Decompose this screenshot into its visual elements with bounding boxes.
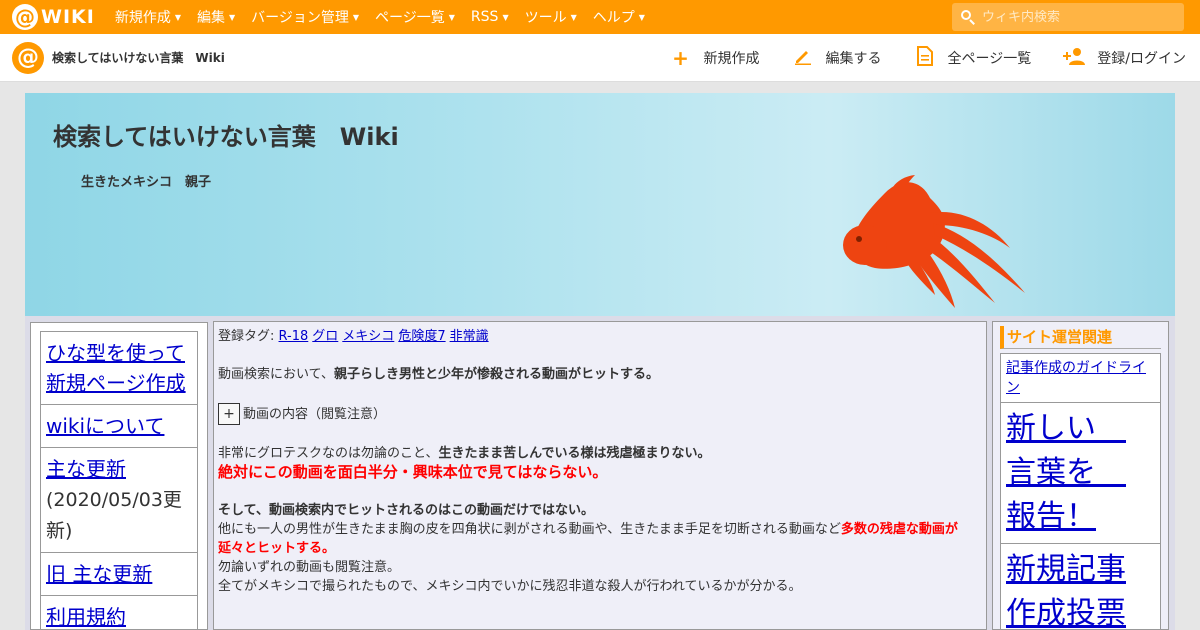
page-title: 生きたメキシコ 親子: [81, 175, 212, 190]
intro-text: 動画検索において、: [218, 367, 334, 382]
top-menu: 新規作成 ▼ 編集 ▼ バージョン管理 ▼ ページ一覧 ▼ RSS ▼ ツール ▼ ヘルプ ▼: [115, 7, 661, 27]
login-label: 登録/ログイン: [1097, 51, 1186, 67]
search-input[interactable]: [982, 9, 1172, 25]
tags-label: 登録タグ:: [218, 329, 275, 344]
at-logo-icon: @: [12, 4, 38, 30]
caret-down-icon: ▼: [228, 12, 236, 22]
tag-list: 登録タグ: R-18 グロ メキシコ 危険度7 非常識: [218, 327, 982, 346]
old-updates-link[interactable]: 旧 主な更新: [46, 562, 152, 586]
tag-link[interactable]: グロ: [312, 329, 338, 344]
menu-item-old-updates: 旧 主な更新: [40, 552, 198, 595]
goldfish-image: [843, 175, 1025, 308]
site-title[interactable]: 検索してはいけない言葉 Wiki: [52, 49, 225, 66]
guideline-link[interactable]: 記事作成のガイドライン: [1006, 360, 1146, 396]
right-item-guideline: 記事作成のガイドライン: [1001, 354, 1160, 403]
login-button[interactable]: 登録/ログイン: [1063, 46, 1186, 70]
user-add-icon: [1063, 46, 1086, 70]
document-icon: [914, 45, 936, 71]
wiki-title[interactable]: 検索してはいけない言葉 Wiki: [53, 117, 399, 152]
menu-tools[interactable]: ツール ▼: [525, 7, 577, 27]
plus-icon: +: [672, 46, 689, 70]
warning-text: 絶対にこの動画を面白半分・興味本位で見てはならない。: [218, 463, 608, 481]
menu-new[interactable]: 新規作成 ▼: [115, 7, 181, 27]
tag-link[interactable]: 危険度7: [398, 329, 445, 344]
new-article-vote-link[interactable]: 新規記事作成投票: [1006, 552, 1126, 629]
site-actions: + 新規作成 編集する 全ページ一覧 登録/ログイン: [638, 34, 1186, 82]
edit-label: 編集する: [825, 51, 882, 67]
menu-item-terms: 利用規約: [40, 595, 198, 630]
right-menu: サイト運営関連 記事作成のガイドライン 新しい 言葉を 報告！ 新規記事作成投票: [992, 321, 1169, 630]
pencil-icon: [792, 46, 814, 70]
caret-down-icon: ▼: [448, 12, 455, 22]
expand-toggle-button[interactable]: +: [218, 403, 240, 425]
menu-item-new-page-template: ひな型を使って新規ページ作成: [40, 331, 198, 404]
paragraph-2-heading: そして、動画検索内でヒットされるのはこの動画だけではない。: [218, 503, 594, 518]
paragraph-4: 全てがメキシコで撮られたもので、メキシコ内でいかに残忍非道な殺人が行われているか…: [218, 579, 802, 594]
menu-edit[interactable]: 編集 ▼: [197, 7, 235, 27]
site-operation-heading: サイト運営関連: [1000, 326, 1161, 349]
caret-down-icon: ▼: [174, 12, 181, 22]
terms-link[interactable]: 利用規約: [46, 605, 126, 629]
site-header-bar: @ 検索してはいけない言葉 Wiki + 新規作成 編集する 全ページ一覧 登録…: [0, 34, 1200, 82]
new-page-template-link[interactable]: ひな型を使って新規ページ作成: [46, 341, 186, 395]
new-page-label: 新規作成: [703, 51, 760, 67]
paragraph-1: 非常にグロテスクなのは勿論のこと、生きたまま苦しんでいる様は残虐極まりない。: [218, 444, 982, 463]
p1-emphasis: 生きたまま苦しんでいる様は残虐極まりない。: [438, 446, 711, 461]
video-content-expander: + 動画の内容（閲覧注意）: [218, 403, 982, 425]
caret-down-icon: ▼: [502, 12, 509, 22]
atwiki-logo[interactable]: @ WIKI: [12, 0, 95, 34]
all-pages-label: 全ページ一覧: [947, 51, 1032, 67]
paragraph-2: 他にも一人の男性が生きたまま胸の皮を四角状に剥がされる動画や、生きたまま手足を切…: [218, 520, 982, 558]
menu-help-label: ヘルプ: [592, 10, 635, 26]
main-content: 登録タグ: R-18 グロ メキシコ 危険度7 非常識 動画検索において、親子らしき男性…: [213, 321, 987, 630]
all-pages-button[interactable]: 全ページ一覧: [914, 45, 1032, 71]
logo-text: WIKI: [41, 6, 95, 28]
menu-tools-label: ツール: [524, 10, 567, 26]
caret-down-icon: ▼: [638, 12, 645, 22]
menu-rss-label: RSS: [470, 9, 499, 25]
right-menu-list: 記事作成のガイドライン 新しい 言葉を 報告！ 新規記事作成投票: [1000, 353, 1161, 629]
menu-item-updates: 主な更新 (2020/05/03更新): [40, 447, 198, 552]
right-item-new-article-vote: 新規記事作成投票: [1001, 544, 1160, 629]
menu-edit-label: 編集: [196, 10, 225, 26]
p2-text: 他にも一人の男性が生きたまま胸の皮を四角状に剥がされる動画や、生きたまま手足を切…: [218, 522, 841, 537]
tag-link[interactable]: 非常識: [450, 329, 489, 344]
menu-rss[interactable]: RSS ▼: [471, 7, 509, 27]
caret-down-icon: ▼: [570, 12, 577, 22]
wiki-search: [952, 3, 1184, 31]
report-word-link[interactable]: 新しい 言葉を 報告！: [1006, 411, 1126, 534]
new-page-button[interactable]: + 新規作成: [670, 46, 760, 70]
paragraph-3: 勿論いずれの動画も閲覧注意。: [218, 560, 401, 575]
top-navigation-bar: @ WIKI 新規作成 ▼ 編集 ▼ バージョン管理 ▼ ページ一覧 ▼ RSS ▼ ツー…: [0, 0, 1200, 34]
menu-item-about-wiki: wikiについて: [40, 404, 198, 447]
menu-version[interactable]: バージョン管理 ▼: [251, 7, 359, 27]
menu-page-list-label: ページ一覧: [375, 10, 445, 26]
updates-date: (2020/05/03更新): [46, 489, 182, 542]
tag-link[interactable]: R-18: [279, 329, 309, 344]
at-logo-icon[interactable]: @: [12, 41, 44, 74]
wiki-header-banner: 検索してはいけない言葉 Wiki 生きたメキシコ 親子: [25, 93, 1175, 316]
intro-paragraph: 動画検索において、親子らしき男性と少年が惨殺される動画がヒットする。: [218, 365, 982, 384]
p1-text: 非常にグロテスクなのは勿論のこと、: [218, 446, 439, 461]
menu-version-label: バージョン管理: [251, 10, 349, 26]
caret-down-icon: ▼: [352, 12, 360, 22]
menu-help[interactable]: ヘルプ ▼: [593, 7, 645, 27]
updates-link[interactable]: 主な更新: [46, 457, 126, 481]
edit-button[interactable]: 編集する: [792, 46, 882, 70]
intro-emphasis: 親子らしき男性と少年が惨殺される動画がヒットする。: [333, 367, 659, 382]
right-item-report-word: 新しい 言葉を 報告！: [1001, 403, 1160, 544]
tag-link[interactable]: メキシコ: [342, 329, 394, 344]
search-icon: [960, 9, 976, 25]
left-menu: ひな型を使って新規ページ作成 wikiについて 主な更新 (2020/05/03更…: [30, 322, 208, 630]
menu-page-list[interactable]: ページ一覧 ▼: [375, 7, 455, 27]
expander-label: 動画の内容（閲覧注意）: [243, 406, 387, 422]
menu-new-label: 新規作成: [114, 10, 171, 26]
about-wiki-link[interactable]: wikiについて: [46, 414, 164, 438]
